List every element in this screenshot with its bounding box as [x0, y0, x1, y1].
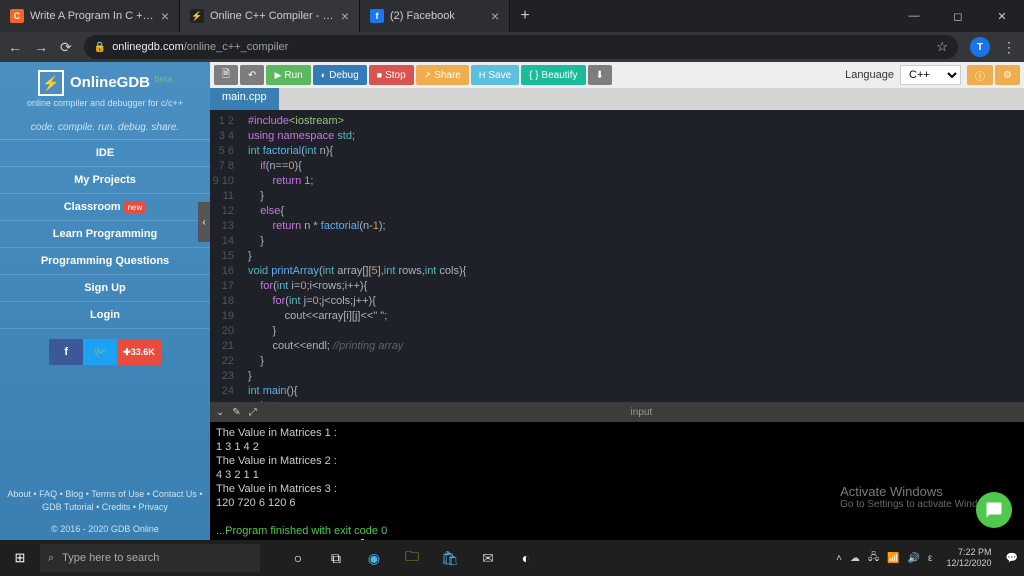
tray-clock[interactable]: 7:22 PM12/12/2020: [941, 547, 998, 569]
task-chrome-icon[interactable]: ◐: [508, 540, 544, 576]
save-icon: H: [479, 70, 486, 80]
tray-network-icon[interactable]: 🖧: [868, 550, 879, 567]
forward-button[interactable]: →: [34, 39, 48, 55]
share-button[interactable]: ↗Share: [416, 65, 469, 85]
logo[interactable]: ⚡ OnlineGDB beta online compiler and deb…: [0, 62, 210, 116]
nav-signup[interactable]: Sign Up: [0, 275, 210, 302]
language-label: Language: [845, 69, 894, 81]
nav-my-projects[interactable]: My Projects: [0, 167, 210, 194]
back-button[interactable]: ←: [8, 39, 22, 55]
chat-icon: [985, 501, 1003, 519]
editor-tab[interactable]: main.cpp: [210, 88, 279, 110]
menu-button[interactable]: ⋮: [1002, 39, 1016, 56]
new-tab-button[interactable]: +: [510, 0, 540, 32]
console-down-icon[interactable]: ⌄: [216, 407, 224, 418]
play-icon: ▶: [274, 70, 281, 81]
debug-button[interactable]: ◐Debug: [313, 65, 367, 85]
footer-links[interactable]: About • FAQ • Blog • Terms of Use • Cont…: [0, 484, 210, 519]
tray-language-icon[interactable]: ε: [928, 553, 932, 564]
info-button[interactable]: ⓘ: [967, 65, 993, 85]
share-count-button[interactable]: ✚ 33.6K: [117, 339, 161, 365]
close-button[interactable]: ✕: [980, 0, 1024, 32]
task-cortana-icon[interactable]: ○: [280, 540, 316, 576]
twitter-button[interactable]: 🐦: [83, 339, 117, 365]
slogan: code. compile. run. debug. share.: [0, 116, 210, 140]
collapse-sidebar-button[interactable]: ‹: [198, 202, 210, 242]
tray-wifi-icon[interactable]: 📶: [887, 553, 899, 564]
nav-classroom[interactable]: Classroomnew: [0, 194, 210, 221]
maximize-button[interactable]: ◻: [936, 0, 980, 32]
close-icon[interactable]: ×: [341, 8, 349, 24]
tray-notifications-icon[interactable]: 💬: [1006, 553, 1018, 564]
tab-favicon: C: [10, 9, 24, 23]
close-icon[interactable]: ×: [161, 8, 169, 24]
download-button[interactable]: ⬇: [588, 65, 612, 85]
beautify-button[interactable]: { } Beautify: [521, 65, 585, 85]
task-mail-icon[interactable]: ✉: [470, 540, 506, 576]
tab-favicon: ⚡: [190, 9, 204, 23]
task-explorer-icon[interactable]: 🗀: [394, 540, 430, 576]
task-store-icon[interactable]: 🛍: [432, 540, 468, 576]
language-select[interactable]: C++: [900, 65, 961, 85]
minimize-button[interactable]: —: [892, 0, 936, 32]
chat-button[interactable]: [976, 492, 1012, 528]
console-edit-icon[interactable]: ✎: [232, 407, 240, 418]
line-numbers: 1 2 3 4 5 6 7 8 9 10 11 12 13 14 15 16 1…: [210, 110, 240, 402]
facebook-button[interactable]: f: [49, 339, 83, 365]
profile-avatar[interactable]: T: [970, 37, 990, 57]
share-icon: ↗: [424, 70, 432, 81]
tab-favicon: f: [370, 9, 384, 23]
save-button[interactable]: HSave: [471, 65, 519, 85]
stop-button[interactable]: ■Stop: [369, 65, 414, 85]
bolt-icon: ⚡: [38, 70, 64, 96]
code-content[interactable]: #include<iostream> using namespace std; …: [240, 110, 1024, 402]
new-file-button[interactable]: 🗎: [214, 65, 238, 85]
code-editor[interactable]: 1 2 3 4 5 6 7 8 9 10 11 12 13 14 15 16 1…: [210, 110, 1024, 402]
search-icon: ⌕: [48, 552, 54, 565]
run-button[interactable]: ▶Run: [266, 65, 310, 85]
bookmark-icon[interactable]: ☆: [936, 39, 948, 55]
browser-tab[interactable]: f (2) Facebook ×: [360, 0, 510, 32]
lock-icon: 🔒: [94, 42, 106, 53]
undo-button[interactable]: ↶: [240, 65, 264, 85]
tray-onedrive-icon[interactable]: ☁: [850, 553, 860, 564]
nav-questions[interactable]: Programming Questions: [0, 248, 210, 275]
copyright: © 2016 - 2020 GDB Online: [0, 519, 210, 541]
stop-icon: ■: [377, 70, 382, 80]
start-button[interactable]: ⊞: [0, 540, 40, 576]
taskbar-search[interactable]: ⌕ Type here to search: [40, 544, 260, 572]
tray-volume-icon[interactable]: 🔊: [908, 553, 920, 564]
settings-button[interactable]: ⚙: [995, 65, 1020, 85]
nav-ide[interactable]: IDE: [0, 140, 210, 167]
tray-up-icon[interactable]: ˄: [836, 553, 842, 564]
clock-icon: ◐: [321, 70, 326, 80]
input-label: input: [631, 407, 653, 418]
reload-button[interactable]: ⟳: [60, 39, 72, 56]
task-view-icon[interactable]: ⧉: [318, 540, 354, 576]
close-icon[interactable]: ×: [491, 8, 499, 24]
task-edge-icon[interactable]: ◉: [356, 540, 392, 576]
console-expand-icon[interactable]: ⤢: [249, 407, 257, 418]
address-bar[interactable]: 🔒 onlinegdb.com/online_c++_compiler ☆: [84, 35, 958, 59]
nav-login[interactable]: Login: [0, 302, 210, 329]
console-output[interactable]: The Value in Matrices 1 : 1 3 1 4 2 The …: [210, 422, 1024, 540]
browser-tab[interactable]: ⚡ Online C++ Compiler - online ed ×: [180, 0, 360, 32]
nav-learn[interactable]: Learn Programming: [0, 221, 210, 248]
browser-tab[interactable]: C Write A Program In C ++ Langu ×: [0, 0, 180, 32]
activate-windows-watermark: Activate Windows Go to Settings to activ…: [840, 484, 998, 510]
